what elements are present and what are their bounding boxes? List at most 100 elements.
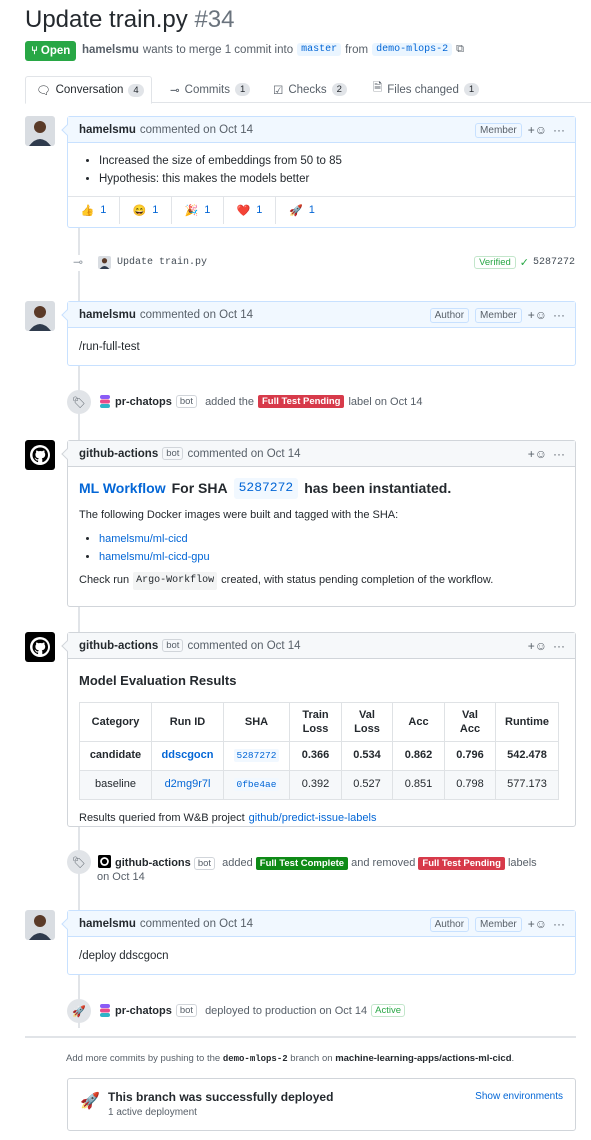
comment-timestamp[interactable]: commented on Oct 14 [187,640,300,652]
chatops-avatar[interactable] [99,1004,111,1017]
more-options-icon[interactable]: ··· [553,308,565,322]
reaction-laugh[interactable]: 😄 1 [120,196,172,224]
run-id-link[interactable]: d2mg9r7l [165,778,211,790]
page-title: Update train.py #34 [25,6,234,34]
label-full-test-pending[interactable]: Full Test Pending [418,857,505,870]
column-header: Acc [392,701,445,743]
add-reaction-icon[interactable]: +☺ [528,123,547,137]
reaction-heart[interactable]: ❤️ 1 [224,196,276,224]
tab-files-changed[interactable]: 🗎 Files changed 1 [363,76,489,103]
avatar[interactable] [25,301,55,331]
sha-link[interactable]: 0fbe4ae [233,777,280,791]
more-options-icon[interactable]: ··· [553,447,565,461]
github-actions-avatar[interactable] [98,855,111,868]
member-badge: Member [475,122,522,138]
more-options-icon[interactable]: ··· [553,639,565,653]
add-reaction-icon[interactable]: +☺ [528,639,547,653]
event-text: deployed to production on Oct 14 [205,1004,368,1017]
sha-link[interactable]: 5287272 [233,749,280,763]
sha-link[interactable]: 5287272 [233,477,299,499]
tab-label: Checks [288,83,327,96]
reactions-bar: 👍 1 😄 1 🎉 1 ❤️ 1 🚀 1 [68,195,575,224]
image-link[interactable]: hamelsmu/ml-cicd-gpu [99,551,210,563]
comment-author[interactable]: hamelsmu [79,918,136,930]
reaction-hooray[interactable]: 🎉 1 [172,196,224,224]
run-id-link[interactable]: ddscgocn [162,749,214,761]
deployment-status-badge: Active [371,1004,405,1017]
avatar[interactable] [25,910,55,940]
workflow-heading: ML Workflow For SHA 5287272 has been ins… [79,477,564,499]
add-reaction-icon[interactable]: +☺ [528,447,547,461]
image-link[interactable]: hamelsmu/ml-cicd [99,533,188,545]
chatops-avatar[interactable] [99,395,111,408]
pr-title: Update train.py [25,6,188,33]
comment-body: /deploy ddscgocn [68,937,575,975]
comment-author[interactable]: hamelsmu [79,124,136,136]
comment-header: hamelsmu commented on Oct 14 Author Memb… [68,911,575,937]
repo-name[interactable]: machine-learning-apps/actions-ml-cicd [335,1053,511,1064]
reaction-count: 1 [308,204,315,217]
comment-header: github-actions bot commented on Oct 14 +… [68,633,575,659]
tab-commits[interactable]: ⊸ Commits 1 [160,76,260,103]
label-full-test-complete[interactable]: Full Test Complete [255,857,349,870]
event-suffix: label on Oct 14 [348,395,423,408]
comment-timestamp[interactable]: commented on Oct 14 [140,309,253,321]
reaction-count: 1 [204,204,211,217]
comment-timestamp[interactable]: commented on Oct 14 [187,448,300,460]
reaction-rocket[interactable]: 🚀 1 [276,197,328,224]
tag-icon: 🏷 [67,850,91,874]
reaction-thumbs-up[interactable]: 👍 1 [68,196,120,224]
table-row: candidate ddscgocn 5287272 0.366 0.534 0… [79,741,559,771]
comment-box: hamelsmu commented on Oct 14 Member +☺ ·… [61,116,576,228]
comment-author[interactable]: github-actions [79,448,158,460]
avatar[interactable] [98,256,111,269]
ml-workflow-link[interactable]: ML Workflow [79,477,166,499]
table-cell: baseline [79,769,152,800]
file-diff-icon: 🗎 [373,82,383,94]
comment-author[interactable]: github-actions [79,640,158,652]
commit-message[interactable]: Update train.py [117,257,207,268]
event-date[interactable]: on Oct 14 [97,871,145,883]
base-branch[interactable]: master [297,43,342,56]
table-cell: 0.798 [444,769,496,800]
add-reaction-icon[interactable]: +☺ [528,308,547,322]
heading-text: For SHA [171,480,228,496]
column-header: Val Loss [341,701,393,743]
copy-icon[interactable]: ⧉ [456,43,464,56]
event-actor[interactable]: github-actions [115,857,191,869]
tab-counter: 1 [235,83,251,96]
comment-author[interactable]: hamelsmu [79,309,136,321]
heart-icon: ❤️ [236,204,251,217]
tag-icon: 🏷 [67,390,91,414]
head-branch[interactable]: demo-mlops-2 [372,43,453,56]
rocket-icon: 🚀 [80,1093,100,1110]
github-actions-avatar[interactable] [25,440,55,470]
show-environments-link[interactable]: Show environments [475,1091,563,1102]
column-header: Val Acc [444,701,496,743]
event-verb: added [222,857,253,869]
column-header: Runtime [495,701,559,743]
laugh-icon: 😄 [132,204,147,217]
verified-badge[interactable]: Verified [474,256,516,269]
pr-author[interactable]: hamelsmu [82,44,139,56]
comment-timestamp[interactable]: commented on Oct 14 [140,124,253,136]
reaction-count: 1 [152,204,159,217]
column-header: Train Loss [289,701,342,743]
branch-name[interactable]: demo-mlops-2 [223,1054,288,1064]
more-options-icon[interactable]: ··· [553,917,565,931]
event-actor[interactable]: pr-chatops [115,396,172,408]
comment-box: github-actions bot commented on Oct 14 +… [61,440,576,607]
wandb-project-link[interactable]: github/predict-issue-labels [249,810,377,828]
hooray-icon: 🎉 [184,204,199,217]
commit-sha[interactable]: 5287272 [533,257,575,268]
pr-open-icon: ⑂ [31,45,38,57]
more-options-icon[interactable]: ··· [553,123,565,137]
comment-timestamp[interactable]: commented on Oct 14 [140,918,253,930]
avatar[interactable] [25,116,55,146]
github-actions-avatar[interactable] [25,632,55,662]
tab-checks[interactable]: ☑ Checks 2 [263,76,357,103]
tab-conversation[interactable]: 🗨 Conversation 4 [25,76,152,104]
label-full-test-pending[interactable]: Full Test Pending [258,395,345,408]
add-reaction-icon[interactable]: +☺ [528,917,547,931]
event-actor[interactable]: pr-chatops [115,1005,172,1017]
